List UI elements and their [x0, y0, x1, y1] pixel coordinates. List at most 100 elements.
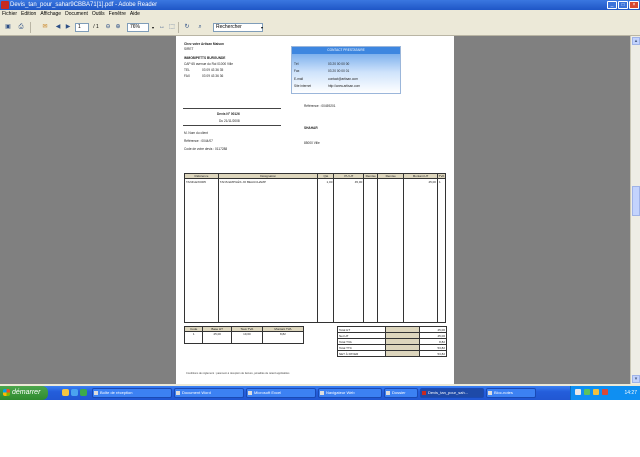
- taskbar-item-active[interactable]: Devis_tan_pour_sah...: [420, 388, 484, 398]
- minimize-button[interactable]: _: [607, 1, 617, 9]
- tva-row: 1 45,00 19,60 8,82: [183, 331, 305, 344]
- menu-file[interactable]: Fichier: [2, 10, 17, 19]
- zoom-out-icon[interactable]: ⊖: [104, 22, 112, 33]
- total-value: 53,82: [419, 350, 447, 357]
- table-row-empty: [184, 185, 447, 323]
- toolbar-separator: [30, 22, 31, 33]
- taskbar-item[interactable]: Dossier: [384, 388, 418, 398]
- contact-value: 03 20 00 00 00: [328, 62, 350, 66]
- menu-view[interactable]: Affichage: [40, 10, 61, 19]
- search-icon[interactable]: ⌕: [196, 22, 204, 33]
- antivirus-icon[interactable]: [602, 389, 608, 395]
- window-controls: _ □ ×: [607, 1, 639, 9]
- rotate-icon[interactable]: ↻: [183, 22, 191, 33]
- contact-box: CONTACT PRESTATAIRE Tél 03 20 00 00 00 F…: [291, 46, 401, 94]
- contact-value: contact@artisan.com: [328, 77, 358, 81]
- save-icon[interactable]: ▣: [3, 22, 13, 33]
- menu-document[interactable]: Document: [65, 10, 88, 19]
- page-total: / 1: [93, 24, 99, 30]
- task-icon: [386, 391, 390, 395]
- zoom-level-select[interactable]: 76%: [127, 23, 149, 32]
- windows-logo-icon: [3, 389, 10, 396]
- zoom-dropdown-icon[interactable]: ▾: [150, 22, 156, 33]
- client-detail: M. Nom du client: [184, 131, 208, 135]
- task-icon: [94, 391, 98, 395]
- tva-amount: 8,82: [261, 331, 305, 344]
- total-label: NET À PAYER: [337, 350, 386, 357]
- col-header: Remise: [363, 173, 379, 179]
- start-button[interactable]: démarrer: [0, 386, 48, 400]
- totals-row: NET À PAYER 53,82: [337, 350, 447, 357]
- email-icon[interactable]: ✉: [40, 22, 50, 33]
- pdf-page: Chez votre Artisan Maison SIRET IMMOBIPE…: [176, 36, 454, 384]
- system-tray: 14:27: [570, 386, 640, 400]
- start-label: démarrer: [12, 389, 41, 396]
- zoom-in-icon[interactable]: ⊕: [114, 22, 122, 33]
- quicklaunch-media-icon[interactable]: [80, 389, 87, 396]
- menu-bar: Fichier Edition Affichage Document Outil…: [0, 10, 640, 19]
- taskbar-item[interactable]: Microsoft Excel: [246, 388, 316, 398]
- title-bar: Devis_tan_pour_sahar9CBBA71[1].pdf - Ado…: [0, 0, 640, 10]
- fit-width-icon[interactable]: ↔: [158, 22, 166, 33]
- menu-tools[interactable]: Outils: [92, 10, 105, 19]
- volume-icon[interactable]: [575, 389, 581, 395]
- find-input[interactable]: Rechercher: [213, 23, 263, 32]
- taskbar-item[interactable]: Bloc-notes: [486, 388, 536, 398]
- tel-label: TEL: [184, 68, 190, 72]
- page-number-input[interactable]: 1: [75, 23, 89, 32]
- quicklaunch-desktop-icon[interactable]: [62, 389, 69, 396]
- scroll-thumb[interactable]: [632, 186, 640, 216]
- next-page-icon[interactable]: ▶: [64, 22, 72, 33]
- find-dropdown-icon[interactable]: ▾: [259, 22, 265, 33]
- adobe-task-icon: [422, 391, 426, 395]
- screen: Devis_tan_pour_sahar9CBBA71[1].pdf - Ado…: [0, 0, 640, 400]
- toolbar: ▣ ⎙ ✉ ◀ ▶ 1 / 1 ⊖ ⊕ 76% ▾ ↔ ⬚ ↻ ⌕ Recher…: [0, 19, 640, 36]
- contact-label: Tél: [294, 62, 299, 66]
- client-detail: Référence : 0044/07: [184, 139, 213, 143]
- menu-help[interactable]: Aide: [130, 10, 140, 19]
- taskbar: démarrer Boîte de réception Document Wor…: [0, 386, 640, 400]
- invoice-title-box: Devis N° 00126 Du 21/11/2008: [183, 108, 281, 126]
- security-icon[interactable]: [593, 389, 599, 395]
- tva-code: 1: [183, 331, 204, 344]
- footer-note: Conditions de règlement : paiement à réc…: [186, 372, 290, 375]
- network-icon[interactable]: [584, 389, 590, 395]
- maximize-button[interactable]: □: [618, 1, 628, 9]
- close-button[interactable]: ×: [629, 1, 639, 9]
- invoice-title: Devis N° 00126: [217, 112, 240, 116]
- fit-page-icon[interactable]: ⬚: [168, 22, 176, 33]
- contact-label: Fax: [294, 69, 300, 73]
- task-icon: [248, 391, 252, 395]
- menu-window[interactable]: Fenêtre: [109, 10, 126, 19]
- clock[interactable]: 14:27: [624, 386, 637, 400]
- tel-value: 03 09 43 36 35: [202, 68, 224, 72]
- task-icon: [488, 391, 492, 395]
- quicklaunch-ie-icon[interactable]: [71, 389, 78, 396]
- taskbar-item[interactable]: Document Word: [174, 388, 244, 398]
- company-line2: SIRET: [184, 47, 194, 51]
- contact-label: E-mail: [294, 77, 304, 81]
- scroll-down-icon[interactable]: ▾: [632, 375, 640, 383]
- company-header: Chez votre Artisan Maison: [184, 42, 224, 46]
- window-title: Devis_tan_pour_sahar9CBBA71[1].pdf - Ado…: [10, 2, 158, 8]
- contact-value: 03 20 00 00 01: [328, 69, 350, 73]
- client-reference: Référence : 00459201: [304, 104, 336, 108]
- taskbar-item[interactable]: Boîte de réception: [92, 388, 172, 398]
- contact-value: http://www.artisan.com: [328, 84, 361, 88]
- tva-base: 45,00: [202, 331, 232, 344]
- company-name: IMMOBIPETTS BURGUNDE: [184, 56, 226, 60]
- toolbar-separator: [178, 22, 179, 33]
- vertical-scrollbar[interactable]: ▴ ▾: [630, 36, 640, 384]
- print-icon[interactable]: ⎙: [16, 22, 26, 33]
- fax-value: 03 09 43 36 36: [202, 74, 224, 78]
- scroll-up-icon[interactable]: ▴: [632, 37, 640, 45]
- client-city: 85000 Ville: [304, 141, 320, 145]
- menu-edit[interactable]: Edition: [21, 10, 36, 19]
- company-address: CAP 65 avenue du Roi 01000 Ville: [184, 62, 233, 66]
- fax-label: FAX: [184, 74, 191, 78]
- taskbar-item[interactable]: Navigateur Web: [318, 388, 382, 398]
- previous-page-icon[interactable]: ◀: [54, 22, 62, 33]
- tva-table: Code Base HT Taux TVA Montant TVA 1 45,0…: [183, 326, 305, 344]
- adobe-reader-icon: [1, 1, 9, 9]
- contact-label: Site internet: [294, 84, 312, 88]
